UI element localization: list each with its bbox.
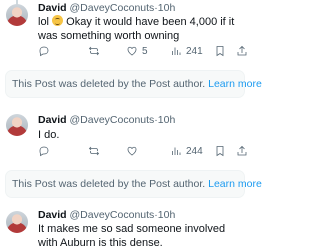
post-text-suffix: Okay it would have been 4,000 if it was … [38,16,235,42]
post-header: David @DaveyCoconuts·10h [38,209,175,222]
repost-button[interactable] [88,144,104,158]
bookmark-button[interactable] [214,44,226,58]
views-count: 241 [186,45,203,57]
emoji-grin-icon [52,15,64,26]
deleted-message: This Post was deleted by the Post author… [12,178,206,190]
post-actions: 244 [38,144,248,158]
post-time[interactable]: 10h [158,114,176,126]
avatar[interactable] [6,4,28,26]
post-text: It makes me so sad someone involved with… [38,223,226,249]
display-name[interactable]: David [38,209,67,221]
like-icon [127,46,137,56]
post-1[interactable]: David @DaveyCoconuts·10h lol Okay it wou… [0,0,250,70]
like-button[interactable]: 5 [126,44,148,58]
views-icon [172,147,181,155]
share-icon [237,45,247,56]
user-handle[interactable]: @DaveyCoconuts [70,114,155,126]
post-text: lol Okay it would have been 4,000 if it … [38,15,246,43]
post-time[interactable]: 10h [158,2,176,14]
like-icon [127,146,137,156]
share-button[interactable] [236,44,248,58]
like-button[interactable] [126,144,142,158]
post-text-prefix: lol [38,16,50,28]
reply-icon [39,46,49,57]
like-count: 5 [142,45,148,57]
views-count: 244 [186,145,203,157]
reply-button[interactable] [38,144,54,158]
post-2[interactable]: David @DaveyCoconuts·10h I do. 244 [0,110,250,164]
learn-more-link[interactable]: Learn more [208,78,262,90]
post-time[interactable]: 10h [158,209,176,221]
repost-icon [88,146,100,156]
user-handle[interactable]: @DaveyCoconuts [70,209,155,221]
avatar[interactable] [6,211,28,233]
user-handle[interactable]: @DaveyCoconuts [70,2,155,14]
bookmark-icon [216,46,224,57]
repost-icon [88,46,100,56]
views-icon [172,47,181,55]
views-button[interactable]: 241 [170,44,203,58]
post-actions: 5 241 [38,44,248,58]
post-header: David @DaveyCoconuts·10h [38,2,175,15]
reply-icon [39,146,49,157]
post-text: I do. [38,129,60,141]
views-button[interactable]: 244 [170,144,203,158]
deleted-message: This Post was deleted by the Post author… [12,78,206,90]
deleted-post-notice: This Post was deleted by the Post author… [5,170,262,198]
repost-button[interactable] [88,44,104,58]
learn-more-link[interactable]: Learn more [208,178,262,190]
post-3[interactable]: David @DaveyCoconuts·10h It makes me so … [0,207,250,250]
avatar[interactable] [6,114,28,136]
share-button[interactable] [236,144,248,158]
post-header: David @DaveyCoconuts·10h [38,114,175,127]
reply-button[interactable] [38,44,54,58]
deleted-post-notice: This Post was deleted by the Post author… [5,70,262,98]
display-name[interactable]: David [38,2,67,14]
bookmark-button[interactable] [214,144,226,158]
bookmark-icon [216,146,224,157]
display-name[interactable]: David [38,114,67,126]
share-icon [237,145,247,156]
